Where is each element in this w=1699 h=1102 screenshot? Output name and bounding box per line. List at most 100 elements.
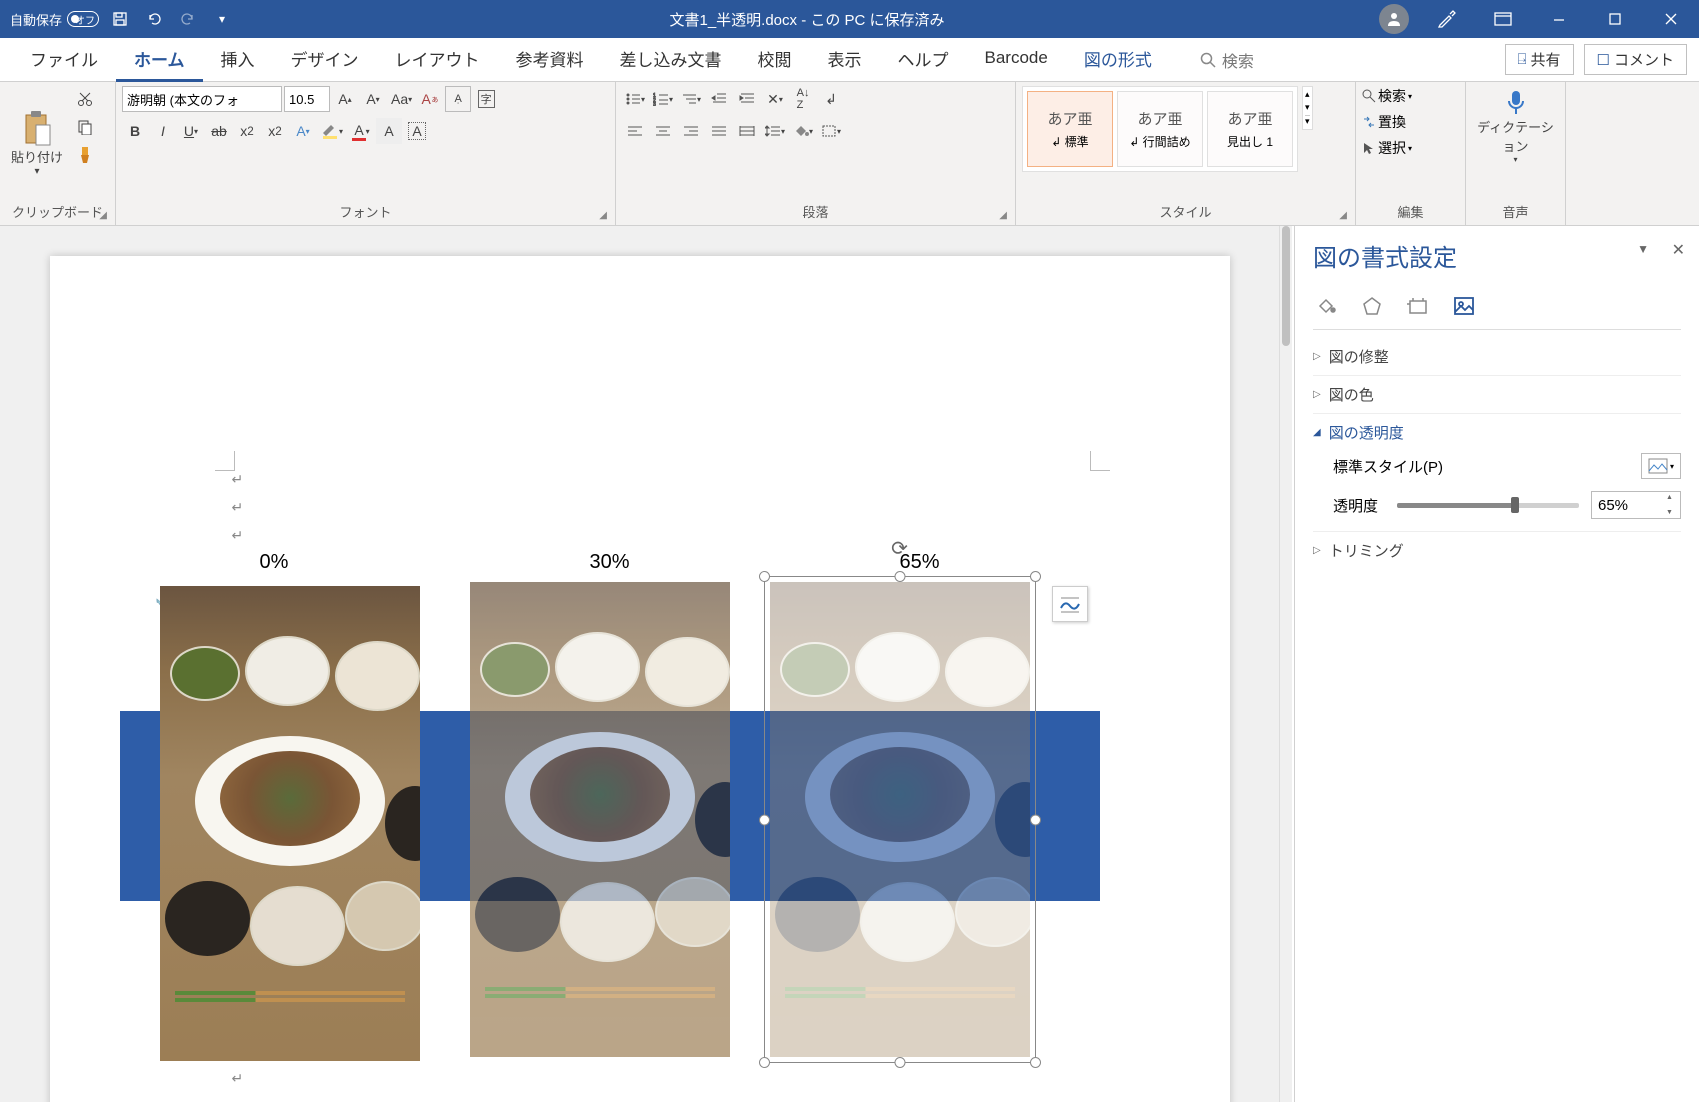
subscript-button[interactable]: x2 — [234, 118, 260, 144]
tab-references[interactable]: 参考資料 — [498, 38, 602, 82]
ribbon-display-icon[interactable] — [1475, 0, 1531, 38]
redo-icon[interactable] — [175, 6, 201, 32]
align-justify-button[interactable] — [706, 118, 732, 144]
section-picture-color[interactable]: ▷図の色 — [1313, 384, 1681, 405]
tab-barcode[interactable]: Barcode — [967, 38, 1066, 82]
tab-design[interactable]: デザイン — [273, 38, 377, 82]
section-picture-corrections[interactable]: ▷図の修整 — [1313, 346, 1681, 367]
style-gallery-more[interactable]: ▴▾▾ — [1302, 86, 1313, 130]
tab-insert[interactable]: 挿入 — [203, 38, 273, 82]
style-gallery[interactable]: あア亜↲ 標準 あア亜↲ 行間詰め あア亜見出し 1 — [1022, 86, 1298, 172]
tab-mailings[interactable]: 差し込み文書 — [602, 38, 740, 82]
qat-customize-icon[interactable]: ▾ — [209, 6, 235, 32]
user-avatar[interactable] — [1379, 4, 1409, 34]
font-color-button[interactable]: A▾ — [348, 118, 374, 144]
multilevel-button[interactable]: ▾ — [678, 86, 704, 112]
image-30pct[interactable] — [470, 582, 730, 1057]
scrollbar-thumb[interactable] — [1282, 226, 1290, 346]
bullets-button[interactable]: ▾ — [622, 86, 648, 112]
cut-button[interactable] — [72, 86, 98, 112]
increase-indent-button[interactable] — [734, 86, 760, 112]
search-box[interactable]: 検索 — [1200, 48, 1254, 72]
resize-handle-tl[interactable] — [759, 571, 770, 582]
resize-handle-tm[interactable] — [894, 571, 905, 582]
borders-button[interactable]: ▾ — [818, 118, 844, 144]
transparency-presets-button[interactable]: ▾ — [1641, 453, 1681, 479]
style-nospacing[interactable]: あア亜↲ 行間詰め — [1117, 91, 1203, 167]
rotate-handle[interactable]: ⟳ — [887, 535, 913, 561]
enclose-char-button[interactable]: 字 — [473, 86, 499, 112]
undo-icon[interactable] — [141, 6, 167, 32]
close-button[interactable] — [1643, 0, 1699, 38]
decrease-indent-button[interactable] — [706, 86, 732, 112]
resize-handle-br[interactable] — [1030, 1057, 1041, 1068]
resize-handle-mr[interactable] — [1030, 814, 1041, 825]
font-launcher[interactable]: ◢ — [599, 210, 607, 221]
tab-layout[interactable]: レイアウト — [377, 38, 498, 82]
style-heading1[interactable]: あア亜見出し 1 — [1207, 91, 1293, 167]
italic-button[interactable]: I — [150, 118, 176, 144]
resize-handle-bm[interactable] — [894, 1057, 905, 1068]
select-button[interactable]: 選択▾ — [1362, 138, 1412, 158]
align-right-button[interactable] — [678, 118, 704, 144]
tab-help[interactable]: ヘルプ — [880, 38, 967, 82]
shading-button[interactable]: ▾ — [790, 118, 816, 144]
change-case-button[interactable]: Aa▾ — [388, 86, 415, 112]
pane-close-button[interactable]: ✕ — [1672, 240, 1685, 260]
autosave-toggle[interactable]: 自動保存 オフ — [10, 10, 99, 29]
pane-tab-fill[interactable] — [1313, 293, 1339, 319]
align-center-button[interactable] — [650, 118, 676, 144]
align-left-button[interactable] — [622, 118, 648, 144]
text-effects-button[interactable]: A▾ — [290, 118, 316, 144]
underline-button[interactable]: U▾ — [178, 118, 204, 144]
bold-button[interactable]: B — [122, 118, 148, 144]
sort-button[interactable]: A↓Z — [790, 86, 816, 112]
char-shading-button[interactable]: A — [376, 118, 402, 144]
style-normal[interactable]: あア亜↲ 標準 — [1027, 91, 1113, 167]
highlight-button[interactable]: ▾ — [318, 118, 346, 144]
replace-button[interactable]: 置換 — [1362, 112, 1412, 132]
layout-options-button[interactable] — [1052, 586, 1088, 622]
phonetic-guide-button[interactable]: Aぁ — [417, 86, 443, 112]
strikethrough-button[interactable]: ab — [206, 118, 232, 144]
coming-soon-icon[interactable] — [1419, 0, 1475, 38]
pane-tab-effects[interactable] — [1359, 293, 1385, 319]
section-crop[interactable]: ▷トリミング — [1313, 540, 1681, 561]
font-size-input[interactable]: 10.5 — [284, 86, 330, 112]
tab-review[interactable]: 校閲 — [740, 38, 810, 82]
resize-handle-ml[interactable] — [759, 814, 770, 825]
share-button[interactable]: ⍈共有 — [1505, 44, 1574, 75]
section-picture-transparency[interactable]: ◢図の透明度 — [1313, 422, 1681, 443]
dictate-button[interactable]: ディクテーション▾ — [1472, 86, 1559, 167]
copy-button[interactable] — [72, 114, 98, 140]
tab-home[interactable]: ホーム — [116, 38, 203, 82]
minimize-button[interactable] — [1531, 0, 1587, 38]
slider-thumb[interactable] — [1511, 497, 1519, 513]
pane-tab-layout[interactable] — [1405, 293, 1431, 319]
text-direction-button[interactable]: ✕▾ — [762, 86, 788, 112]
grow-font-button[interactable]: A▴ — [332, 86, 358, 112]
maximize-button[interactable] — [1587, 0, 1643, 38]
line-spacing-button[interactable]: ▾ — [762, 118, 788, 144]
vertical-scrollbar[interactable] — [1279, 226, 1292, 1102]
image-0pct[interactable] — [160, 586, 420, 1061]
comments-button[interactable]: ☐コメント — [1584, 44, 1687, 75]
spinner[interactable]: ▲▼ — [1666, 494, 1678, 516]
paragraph-launcher[interactable]: ◢ — [999, 210, 1007, 221]
show-marks-button[interactable]: ↲ — [818, 86, 844, 112]
tab-view[interactable]: 表示 — [810, 38, 880, 82]
paste-button[interactable]: 貼り付け ▾ — [6, 86, 68, 200]
shrink-font-button[interactable]: A▾ — [360, 86, 386, 112]
font-name-input[interactable]: 游明朝 (本文のフォ — [122, 86, 282, 112]
format-painter-button[interactable] — [72, 142, 98, 168]
resize-handle-bl[interactable] — [759, 1057, 770, 1068]
document-area[interactable]: ↵ ↵ ↵ 0% 30% 65% ⚓ — [0, 226, 1279, 1102]
distribute-button[interactable] — [734, 118, 760, 144]
tab-file[interactable]: ファイル — [12, 38, 116, 82]
transparency-slider[interactable] — [1397, 503, 1579, 508]
find-button[interactable]: 検索▾ — [1362, 86, 1412, 106]
clipboard-launcher[interactable]: ◢ — [99, 210, 107, 221]
tab-picture-format[interactable]: 図の形式 — [1066, 38, 1170, 82]
styles-launcher[interactable]: ◢ — [1339, 210, 1347, 221]
superscript-button[interactable]: x2 — [262, 118, 288, 144]
